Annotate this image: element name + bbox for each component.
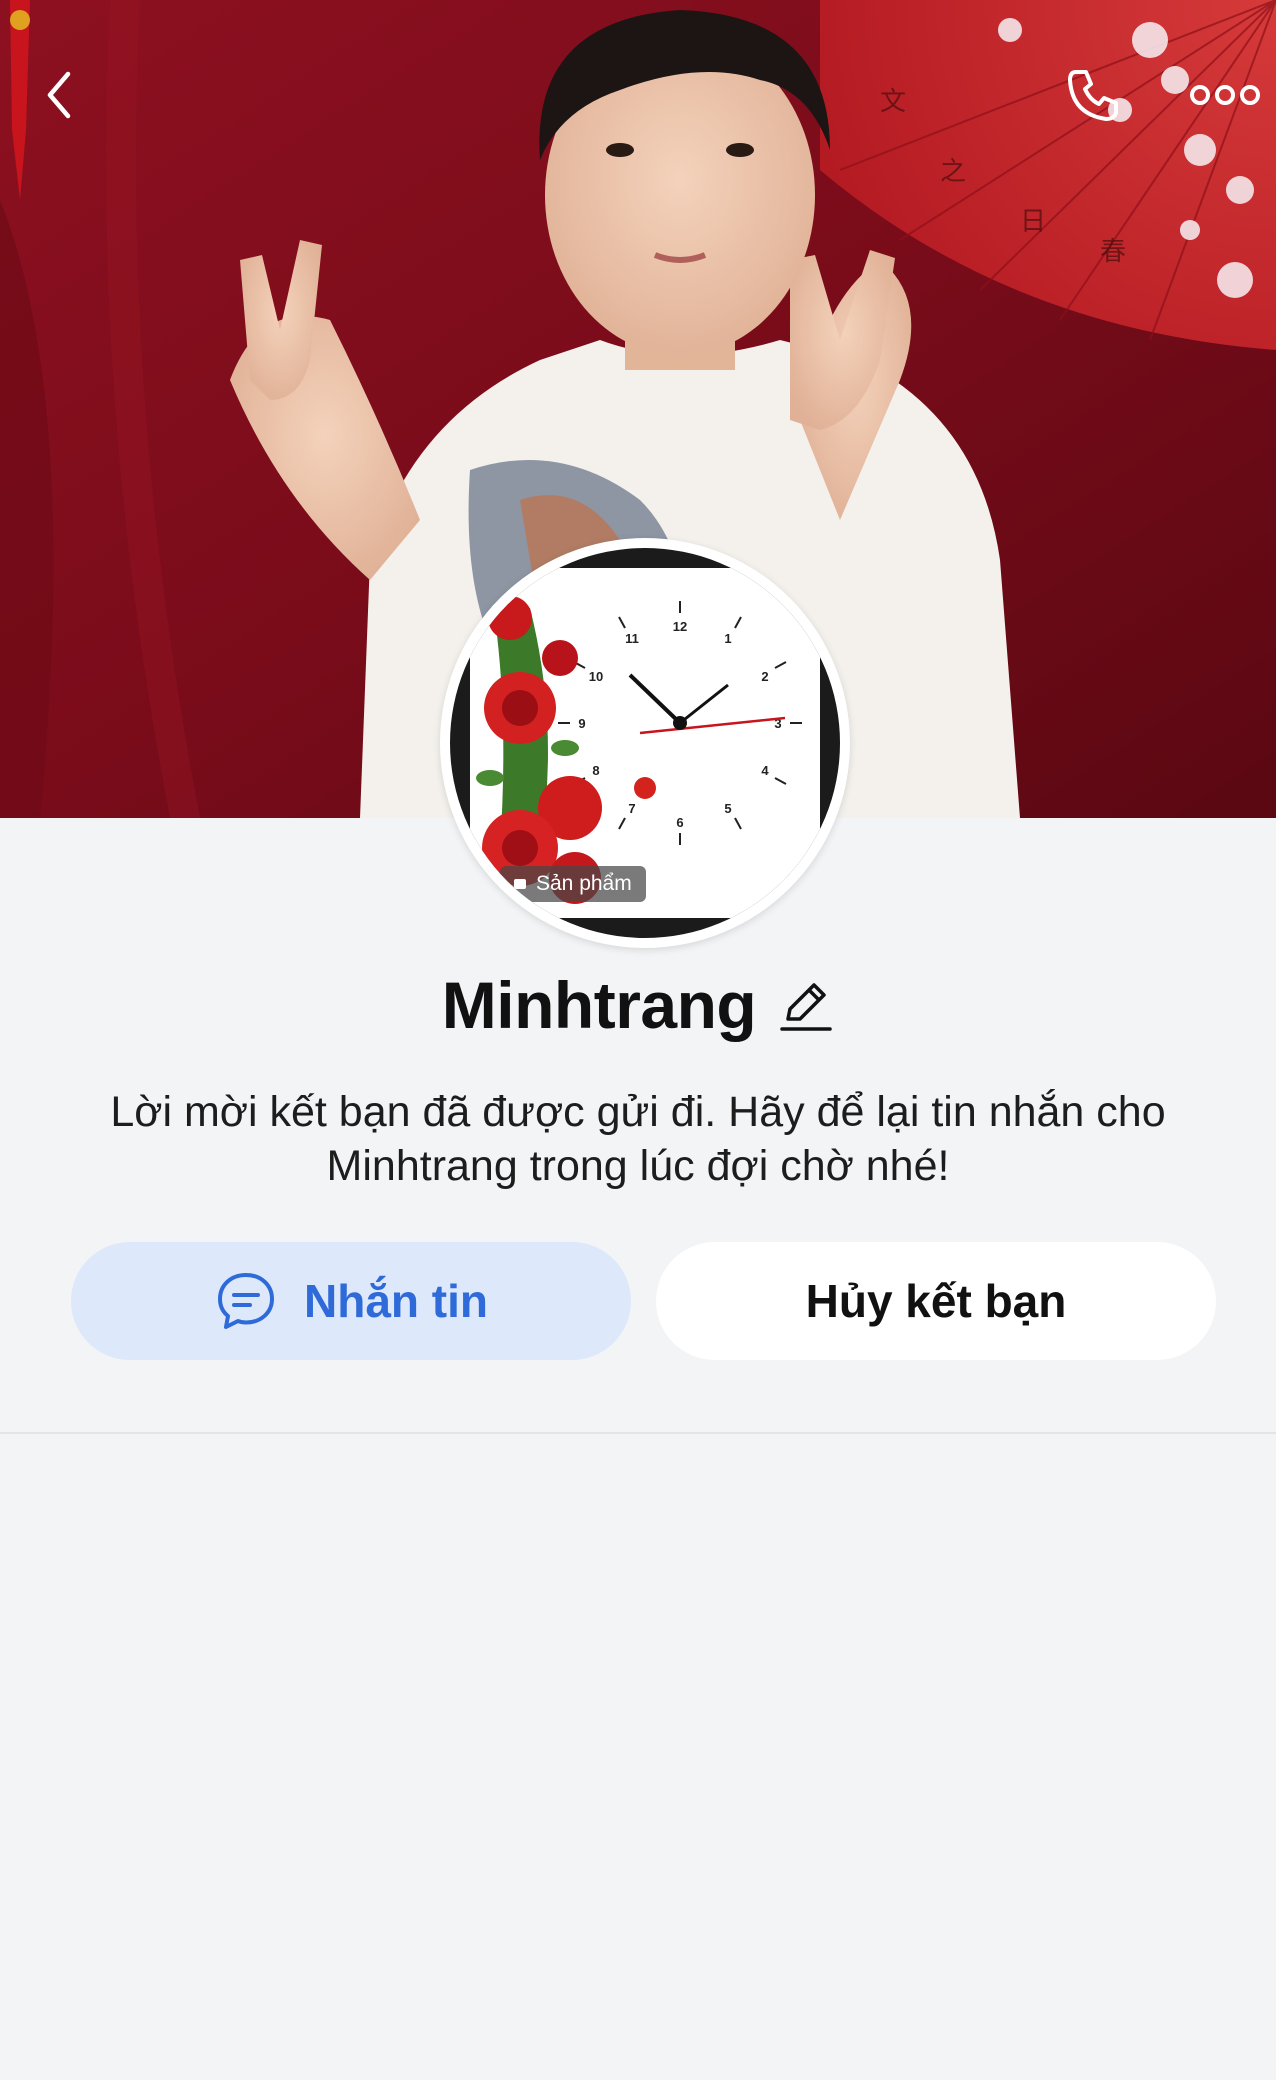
send-message-button[interactable]: Nhắn tin [71, 1242, 631, 1360]
svg-text:2: 2 [761, 669, 768, 684]
avatar-badge-label: Sản phẩm [536, 872, 632, 895]
phone-icon [1068, 70, 1118, 121]
svg-text:6: 6 [676, 815, 683, 830]
send-message-label: Nhắn tin [304, 1275, 488, 1327]
avatar-image: 12 3 6 9 11 1 2 4 5 7 8 10 Sản phẩm [450, 548, 840, 938]
svg-text:12: 12 [673, 619, 687, 634]
chevron-left-icon [47, 71, 71, 119]
more-options-button[interactable] [1190, 60, 1260, 130]
svg-text:1: 1 [724, 631, 731, 646]
cancel-friend-request-label: Hủy kết bạn [805, 1275, 1067, 1327]
pencil-icon[interactable] [778, 977, 834, 1033]
friend-request-message: Lời mời kết bạn đã được gửi đi. Hãy để l… [110, 1088, 1166, 1190]
svg-text:7: 7 [628, 801, 635, 816]
svg-text:4: 4 [761, 763, 769, 778]
svg-text:文: 文 [880, 86, 906, 116]
profile-name-row: Minhtrang [0, 960, 1276, 1050]
more-dots-icon [1190, 85, 1260, 105]
svg-text:春: 春 [1100, 236, 1126, 266]
chat-bubble-icon [218, 1273, 274, 1329]
section-divider [0, 1432, 1276, 1434]
svg-text:日: 日 [1020, 206, 1046, 236]
svg-text:10: 10 [589, 669, 603, 684]
cancel-friend-request-button[interactable]: Hủy kết bạn [656, 1242, 1216, 1360]
svg-text:5: 5 [724, 801, 731, 816]
svg-text:8: 8 [592, 763, 599, 778]
back-button[interactable] [25, 60, 95, 130]
avatar[interactable]: 12 3 6 9 11 1 2 4 5 7 8 10 Sản phẩm [440, 538, 850, 948]
profile-name: Minhtrang [441, 968, 757, 1042]
svg-text:之: 之 [940, 156, 966, 186]
avatar-badge: Sản phẩm [500, 866, 646, 902]
call-button[interactable] [1058, 60, 1128, 130]
tag-icon [514, 879, 526, 889]
svg-text:11: 11 [625, 631, 639, 646]
svg-text:9: 9 [578, 716, 585, 731]
